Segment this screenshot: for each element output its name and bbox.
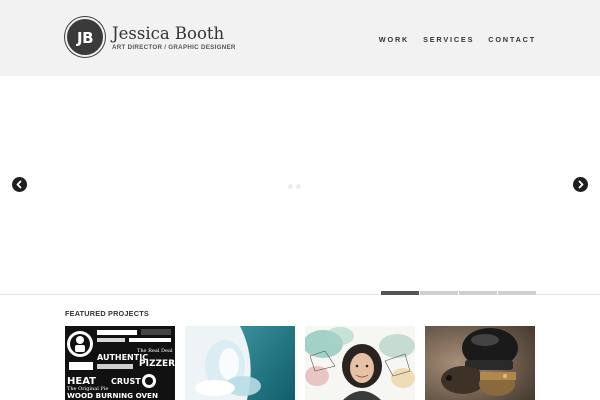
featured-projects-heading: FEATURED PROJECTS [65,309,149,318]
main-nav: WORK SERVICES CONTACT [379,35,536,44]
poster-text-real-deal: The Real Deal [137,348,173,354]
project-thumb-pizza[interactable]: AUTHENTIC The Real Deal PIZZERIA HEAT CR… [65,326,175,400]
slider-prev-button[interactable] [12,177,27,192]
brand-tagline: ART DIRECTOR / GRAPHIC DESIGNER [112,44,236,51]
nav-item-work[interactable]: WORK [379,35,409,44]
slider-next-button[interactable] [573,177,588,192]
slider-pagination [381,291,536,295]
portrait-illustration-image [305,326,415,400]
project-thumb-glass[interactable] [185,326,295,400]
project-thumb-portrait[interactable] [305,326,415,400]
pizza-poster-image: AUTHENTIC The Real Deal PIZZERIA HEAT CR… [65,326,175,400]
chevron-right-icon [578,180,584,189]
nav-item-services[interactable]: SERVICES [423,35,474,44]
poster-text-pizzeria: PIZZERIA [139,359,175,369]
slide-tab-1[interactable] [381,291,419,295]
chevron-left-icon [16,180,22,189]
poster-text-oven: WOOD BURNING OVEN [67,391,158,400]
armored-animal-image [425,326,535,400]
slide-tab-3[interactable] [459,291,497,295]
site-header: JB Jessica Booth ART DIRECTOR / GRAPHIC … [0,0,600,76]
glass-sculpture-image [185,326,295,400]
brand-name[interactable]: Jessica Booth [112,24,224,43]
project-thumb-armor[interactable] [425,326,535,400]
logo-mark[interactable]: JB [65,17,105,57]
slide-tab-4[interactable] [498,291,536,295]
poster-text-crust: CRUST [111,377,141,386]
slider-loading-indicator [288,184,301,189]
nav-item-contact[interactable]: CONTACT [488,35,536,44]
logo-initials: JB [76,29,94,47]
slide-tab-2[interactable] [420,291,458,295]
hero-slider [0,76,600,294]
